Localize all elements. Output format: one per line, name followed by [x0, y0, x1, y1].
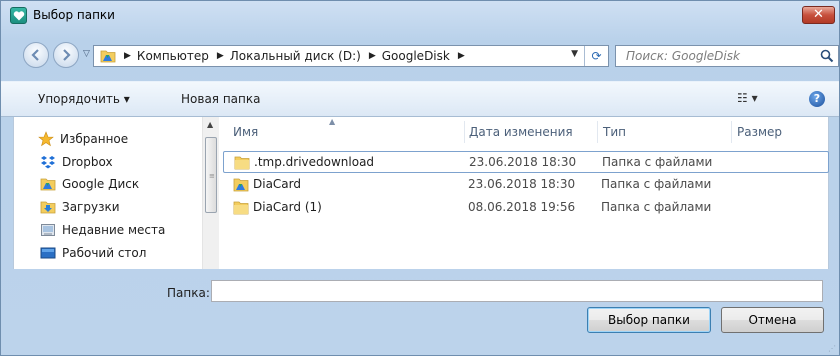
column-divider[interactable] [464, 121, 465, 143]
sidebar-item-favorites[interactable]: Избранное [38, 129, 128, 149]
column-header-type[interactable]: Тип [603, 125, 626, 139]
sidebar-item-desktop[interactable]: Рабочий стол [40, 243, 146, 263]
navigation-scrollbar[interactable]: ▲ ≡ [202, 117, 219, 269]
sidebar-item-label: Избранное [60, 132, 129, 146]
folder-field-label: Папка: [167, 286, 210, 300]
folder-icon [234, 155, 250, 170]
google-drive-folder-icon [40, 176, 56, 192]
app-heart-icon [10, 7, 27, 24]
breadcrumb-googledisk[interactable]: GoogleDisk [382, 49, 450, 63]
sort-ascending-icon: ▲ [329, 117, 336, 126]
organize-menu-button[interactable]: Упорядочить ▾ [38, 92, 130, 106]
star-icon [38, 131, 54, 147]
sidebar-item-dropbox[interactable]: Dropbox [40, 152, 113, 172]
scrollbar-thumb[interactable]: ≡ [205, 137, 217, 213]
resize-grip-icon[interactable]: ⋰ [828, 344, 836, 353]
file-type: Папка с файлами [601, 177, 712, 191]
file-date: 08.06.2018 19:56 [468, 200, 576, 214]
close-button[interactable]: ✕ [802, 6, 835, 24]
file-list: ▲ Имя Дата изменения Тип Размер .tmp.dri… [219, 117, 829, 269]
downloads-folder-icon [40, 199, 56, 215]
window-title: Выбор папки [33, 8, 115, 22]
breadcrumb-local-disk[interactable]: Локальный диск (D:) [230, 49, 361, 63]
search-input[interactable]: Поиск: GoogleDisk [615, 45, 839, 67]
sidebar-item-google-drive[interactable]: Google Диск [40, 174, 139, 194]
column-divider[interactable] [597, 121, 598, 143]
forward-button[interactable] [53, 42, 79, 68]
search-icon[interactable] [820, 49, 834, 66]
google-drive-folder-icon [233, 177, 249, 192]
sidebar-item-label: Недавние места [62, 223, 166, 237]
change-view-button[interactable]: ☷ ▾ [737, 91, 758, 105]
address-dropdown-icon[interactable]: ▼ [571, 49, 578, 59]
file-row[interactable]: DiaCard (1) 08.06.2018 19:56 Папка с фай… [223, 197, 829, 219]
grip-icon: ≡ [209, 172, 215, 180]
command-toolbar: Упорядочить ▾ Новая папка ☷ ▾ ? [1, 81, 839, 117]
file-name: DiaCard (1) [253, 200, 322, 214]
dropbox-icon [40, 154, 56, 170]
breadcrumb-chevron-icon[interactable]: ▶ [458, 51, 465, 61]
breadcrumb-chevron-icon[interactable]: ▶ [217, 51, 224, 61]
file-type: Папка с файлами [602, 155, 713, 169]
address-bar[interactable]: ▶ Компьютер ▶ Локальный диск (D:) ▶ Goog… [93, 45, 609, 67]
search-placeholder: Поиск: GoogleDisk [626, 49, 740, 63]
sidebar-item-label: Загрузки [62, 200, 120, 214]
column-header-name[interactable]: Имя [233, 125, 258, 139]
sidebar-item-downloads[interactable]: Загрузки [40, 197, 120, 217]
folder-icon [233, 200, 249, 215]
content-area: Избранное Dropbox Google Диск Загрузки Н… [13, 117, 829, 269]
back-button[interactable] [23, 42, 49, 68]
help-icon[interactable]: ? [809, 91, 825, 107]
cancel-button[interactable]: Отмена [721, 307, 824, 333]
breadcrumb-computer[interactable]: Компьютер [137, 49, 209, 63]
file-name: DiaCard [253, 177, 301, 191]
folder-name-field[interactable] [211, 280, 823, 302]
column-divider[interactable] [731, 121, 732, 143]
select-folder-button[interactable]: Выбор папки [587, 307, 711, 333]
new-folder-button[interactable]: Новая папка [181, 92, 260, 106]
file-date: 23.06.2018 18:30 [469, 155, 577, 169]
navigation-pane: Избранное Dropbox Google Диск Загрузки Н… [14, 117, 202, 269]
sidebar-item-recent-places[interactable]: Недавние места [40, 220, 165, 240]
file-row[interactable]: DiaCard 23.06.2018 18:30 Папка с файлами [223, 174, 829, 196]
sidebar-item-label: Dropbox [62, 155, 113, 169]
recent-places-icon [40, 222, 56, 238]
breadcrumb-chevron-icon[interactable]: ▶ [124, 51, 131, 61]
column-header-size[interactable]: Размер [737, 125, 782, 139]
file-name: .tmp.drivedownload [254, 155, 375, 169]
recent-pages-chevron-icon[interactable]: ▽ [83, 49, 90, 59]
file-row[interactable]: .tmp.drivedownload 23.06.2018 18:30 Папк… [223, 151, 829, 173]
column-header-date[interactable]: Дата изменения [469, 125, 573, 139]
folder-picker-dialog: Выбор папки ✕ ▽ ▶ Компьютер ▶ Локальный … [0, 0, 840, 356]
file-date: 23.06.2018 18:30 [468, 177, 576, 191]
desktop-icon [40, 245, 56, 261]
sidebar-item-label: Рабочий стол [62, 246, 147, 260]
file-type: Папка с файлами [601, 200, 712, 214]
sidebar-item-label: Google Диск [62, 177, 140, 191]
google-drive-folder-icon [100, 49, 116, 63]
scroll-up-arrow-icon[interactable]: ▲ [207, 120, 213, 129]
refresh-button[interactable]: ⟳ [584, 46, 608, 66]
title-bar[interactable]: Выбор папки ✕ [1, 1, 839, 35]
breadcrumb-chevron-icon[interactable]: ▶ [369, 51, 376, 61]
